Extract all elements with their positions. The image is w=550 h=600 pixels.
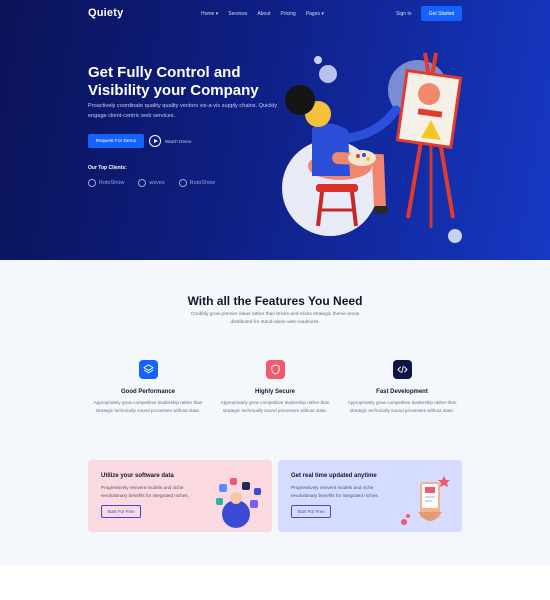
client-name: RotoShow bbox=[189, 180, 216, 186]
nav-item-pricing[interactable]: Pricing bbox=[281, 11, 296, 17]
feature-title: Fast Development bbox=[376, 389, 428, 395]
hero-title: Get Fully Control and Visibility your Co… bbox=[88, 64, 259, 99]
hero-section: Quiety Home ▾ Services About Pricing Pag… bbox=[0, 0, 550, 260]
client-logo: RotoShow bbox=[178, 179, 216, 187]
promo-description: Progressively reinvent models and niche … bbox=[291, 485, 379, 498]
client-name: wsves bbox=[149, 180, 165, 186]
feature-description: Appropriately grow competitive leadershi… bbox=[347, 400, 457, 413]
watch-demo-label: Watch Demo bbox=[165, 138, 192, 144]
play-icon[interactable] bbox=[149, 135, 161, 147]
start-free-button[interactable]: Start For Free bbox=[101, 505, 141, 518]
top-nav: Quiety Home ▾ Services About Pricing Pag… bbox=[0, 0, 550, 28]
code-icon bbox=[392, 360, 412, 379]
promo-card-realtime: Get real time updated anytime Progressiv… bbox=[278, 460, 462, 532]
client-logo: RotoShow bbox=[88, 179, 124, 187]
promo-title: Utilize your software data bbox=[101, 473, 174, 479]
feature-card-secure: Highly Secure Appropriately grow competi… bbox=[220, 360, 330, 415]
shield-icon bbox=[265, 360, 285, 379]
clients-label: Our Top Clients: bbox=[88, 165, 127, 171]
logo[interactable]: Quiety bbox=[88, 7, 123, 19]
nav-item-about[interactable]: About bbox=[257, 11, 270, 17]
promo-card-software-data: Utilize your software data Progressively… bbox=[88, 460, 272, 532]
nav-links: Home ▾ Services About Pricing Pages ▾ bbox=[201, 11, 324, 17]
page-bottom-band bbox=[0, 566, 550, 600]
feature-description: Appropriately grow competitive leadershi… bbox=[93, 400, 203, 413]
client-logos: RotoShow wsves RotoShow bbox=[88, 179, 215, 187]
features-section: With all the Features You Need Credibly … bbox=[0, 260, 550, 566]
feature-title: Good Performance bbox=[120, 389, 175, 395]
feature-card-performance: Good Performance Appropriately grow comp… bbox=[93, 360, 203, 415]
software-data-illustration bbox=[216, 478, 261, 528]
client-name: RotoShow bbox=[99, 180, 125, 186]
features-subtitle: Credibly grow premier ideas rather than … bbox=[190, 312, 360, 325]
hero-subtitle: Proactively coordinate quality quality v… bbox=[88, 103, 278, 119]
feature-card-development: Fast Development Appropriately grow comp… bbox=[347, 360, 457, 415]
nav-item-services[interactable]: Services bbox=[228, 11, 247, 17]
promo-description: Progressively reinvent models and niche … bbox=[101, 485, 189, 498]
feature-title: Highly Secure bbox=[254, 389, 295, 395]
nav-item-pages[interactable]: Pages ▾ bbox=[306, 11, 324, 17]
client-mark-icon bbox=[138, 179, 147, 187]
signin-link[interactable]: Sign In bbox=[396, 11, 412, 17]
feature-description: Appropriately grow competitive leadershi… bbox=[220, 400, 330, 413]
features-title: With all the Features You Need bbox=[187, 294, 363, 308]
hero-illustration bbox=[282, 52, 463, 243]
client-mark-icon bbox=[178, 179, 187, 187]
start-free-button[interactable]: Start For Free bbox=[291, 505, 331, 518]
nav-item-home[interactable]: Home ▾ bbox=[201, 11, 218, 17]
request-demo-button[interactable]: Request For Demo bbox=[88, 134, 144, 148]
watch-demo-link[interactable]: Watch Demo bbox=[149, 135, 191, 147]
get-started-button[interactable]: Get Started bbox=[421, 6, 462, 21]
client-logo: wsves bbox=[138, 179, 165, 187]
realtime-phone-illustration bbox=[401, 476, 450, 525]
layers-icon bbox=[138, 360, 158, 379]
client-mark-icon bbox=[88, 179, 96, 187]
promo-title: Get real time updated anytime bbox=[291, 473, 377, 479]
